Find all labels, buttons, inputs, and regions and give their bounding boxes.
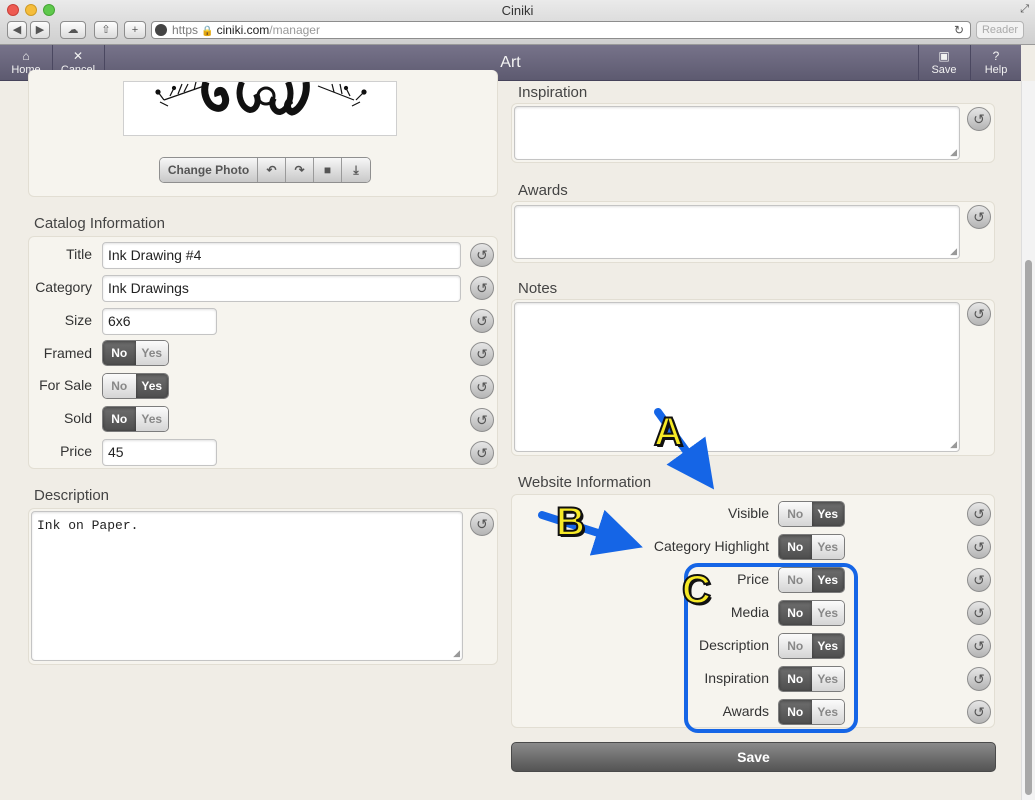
callout-b: B <box>555 499 586 545</box>
callout-a: A <box>653 409 684 455</box>
callout-arrows <box>538 408 715 556</box>
callout-c: C <box>681 567 712 613</box>
